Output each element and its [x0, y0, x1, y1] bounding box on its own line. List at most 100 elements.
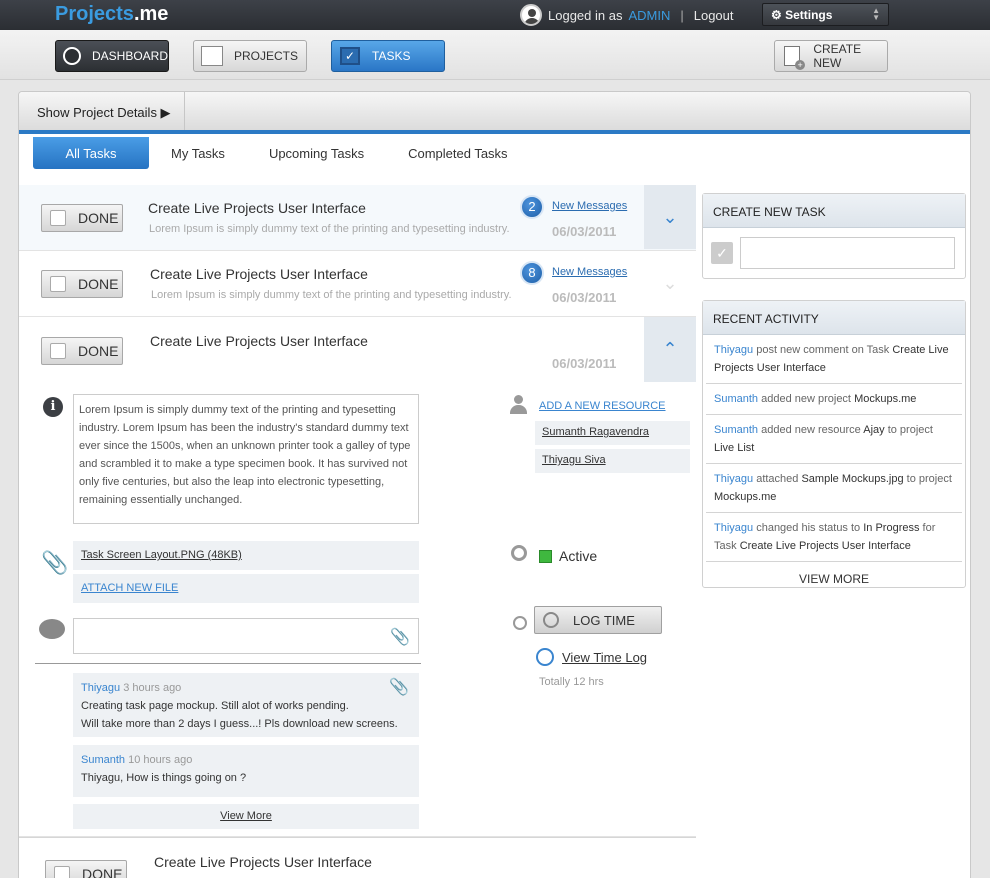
activity-item: Sumanth added new resource Ajay to proje… [706, 415, 962, 464]
settings-dropdown[interactable]: ⚙ Settings ▲ ▼ [762, 3, 889, 26]
user-icon [509, 395, 527, 415]
task-row[interactable]: DONE Create Live Projects User Interface [19, 837, 696, 878]
done-checkbox-icon [50, 276, 66, 292]
resource-item[interactable]: Thiyagu Siva [535, 449, 690, 473]
alarm-clock-icon [543, 612, 559, 628]
done-checkbox-icon [50, 210, 66, 226]
attachment-link[interactable]: Task Screen Layout.PNG (48KB) [73, 541, 419, 570]
dashboard-button[interactable]: DASHBOARD [55, 40, 169, 72]
show-project-details-toggle[interactable]: Show Project Details ▶ [19, 92, 185, 130]
check-icon: ✓ [711, 242, 733, 264]
done-button[interactable]: DONE [41, 204, 123, 232]
chevron-down-icon[interactable]: ⌄ [644, 185, 696, 249]
task-date: 06/03/2011 [552, 290, 617, 305]
divider [35, 663, 421, 664]
tab-all-tasks[interactable]: All Tasks [33, 137, 149, 169]
projects-button[interactable]: PROJECTS [193, 40, 307, 72]
create-task-box: CREATE NEW TASK ✓ [702, 193, 966, 279]
clock-icon [513, 616, 527, 630]
user-avatar-icon [520, 4, 542, 26]
app-logo[interactable]: Projects.me [55, 3, 168, 26]
top-bar: Projects.me Logged in as ADMIN | Logout … [0, 0, 990, 30]
comment-input[interactable]: 📎 [73, 618, 419, 654]
tab-completed-tasks[interactable]: Completed Tasks [386, 137, 529, 169]
tasks-button[interactable]: ✓ TASKS [331, 40, 445, 72]
chevron-down-icon[interactable]: ⌄ [644, 251, 696, 315]
task-tabs: All Tasks My Tasks Upcoming Tasks Comple… [33, 137, 530, 169]
task-description: Lorem Ipsum is simply dummy text of the … [151, 289, 512, 301]
comment-text: Creating task page mockup. Still alot of… [81, 700, 349, 712]
task-title[interactable]: Create Live Projects User Interface [150, 333, 368, 349]
main-nav: DASHBOARD PROJECTS ✓ TASKS CREATE NEW [0, 30, 990, 80]
resource-item[interactable]: Sumanth Ragavendra [535, 421, 690, 445]
recent-activity-title: RECENT ACTIVITY [703, 301, 965, 335]
task-title[interactable]: Create Live Projects User Interface [148, 200, 366, 216]
new-messages-link[interactable]: New Messages [552, 200, 627, 212]
comment-text: Will take more than 2 days I guess...! P… [81, 718, 398, 730]
add-resource-link[interactable]: ADD A NEW RESOURCE [539, 400, 666, 412]
view-more-activity-link[interactable]: VIEW MORE [703, 562, 965, 586]
view-more-comments-link[interactable]: View More [73, 804, 419, 829]
comment-text: Thiyagu, How is things going on ? [81, 772, 247, 784]
username-link[interactable]: ADMIN [628, 8, 670, 23]
status-label[interactable]: Active [559, 548, 597, 564]
attachment-paperclip-icon[interactable]: 📎 [389, 679, 409, 697]
task-row[interactable]: DONE Create Live Projects User Interface… [19, 185, 696, 251]
checkbox-icon: ✓ [338, 45, 362, 67]
comment-author[interactable]: Sumanth [81, 754, 125, 766]
task-row-expanded: DONE Create Live Projects User Interface… [19, 317, 696, 837]
new-messages-link[interactable]: New Messages [552, 266, 627, 278]
comment-item: Sumanth 10 hours ago Thiyagu, How is thi… [73, 745, 419, 797]
task-description-box: Lorem Ipsum is simply dummy text of the … [73, 394, 419, 524]
paperclip-icon: 📎 [41, 550, 69, 575]
user-info: Logged in as ADMIN | Logout [520, 3, 734, 27]
tab-my-tasks[interactable]: My Tasks [149, 137, 247, 169]
done-button[interactable]: DONE [41, 270, 123, 298]
activity-item: Thiyagu changed his status to In Progres… [706, 513, 962, 562]
task-title[interactable]: Create Live Projects User Interface [150, 266, 368, 282]
total-time: Totally 12 hrs [539, 676, 604, 688]
status-indicator[interactable] [539, 550, 552, 563]
activity-item: Sumanth added new project Mockups.me [706, 384, 962, 415]
comment-author[interactable]: Thiyagu [81, 682, 120, 694]
gauge-icon [62, 45, 82, 67]
attach-new-file-link[interactable]: ATTACH NEW FILE [73, 574, 419, 603]
comment-item: Thiyagu 3 hours ago Creating task page m… [73, 673, 419, 737]
tab-upcoming-tasks[interactable]: Upcoming Tasks [247, 137, 386, 169]
done-checkbox-icon [54, 866, 70, 878]
message-count-badge: 2 [520, 195, 544, 219]
new-task-input[interactable] [740, 237, 955, 269]
comment-bubble-icon [39, 619, 65, 639]
log-time-button[interactable]: LOG TIME [534, 606, 662, 634]
attach-paperclip-icon[interactable]: 📎 [390, 627, 410, 647]
tasks-panel: Show Project Details ▶ All Tasks My Task… [18, 91, 971, 878]
status-award-icon [511, 545, 527, 561]
chart-icon [200, 45, 224, 67]
logout-link[interactable]: Logout [694, 8, 734, 23]
task-date: 06/03/2011 [552, 224, 617, 239]
activity-item: Thiyagu attached Sample Mockups.jpg to p… [706, 464, 962, 513]
user-separator: | [680, 7, 684, 23]
comment-time: 10 hours ago [128, 754, 193, 766]
panel-header: Show Project Details ▶ [19, 92, 970, 134]
task-title[interactable]: Create Live Projects User Interface [154, 854, 372, 870]
message-count-badge: 8 [520, 261, 544, 285]
done-button[interactable]: DONE [41, 337, 123, 365]
view-time-log-link[interactable]: View Time Log [562, 650, 647, 665]
activity-item: Thiyagu post new comment on Task Create … [706, 335, 962, 384]
info-icon: i [43, 397, 63, 417]
done-button[interactable]: DONE [45, 860, 127, 878]
task-row[interactable]: DONE Create Live Projects User Interface… [19, 251, 696, 317]
recent-activity-box: RECENT ACTIVITY Thiyagu post new comment… [702, 300, 966, 588]
create-new-button[interactable]: CREATE NEW [774, 40, 888, 72]
task-description: Lorem Ipsum is simply dummy text of the … [149, 223, 510, 235]
comment-time: 3 hours ago [123, 682, 182, 694]
updown-arrow-icon: ▲ ▼ [872, 6, 880, 22]
create-task-title: CREATE NEW TASK [703, 194, 965, 228]
bar-chart-icon [536, 648, 554, 666]
task-date: 06/03/2011 [552, 356, 617, 371]
chevron-up-icon[interactable]: ⌃ [644, 317, 696, 382]
done-checkbox-icon [50, 343, 66, 359]
new-document-icon [781, 45, 806, 70]
logged-in-label: Logged in as [548, 7, 623, 23]
